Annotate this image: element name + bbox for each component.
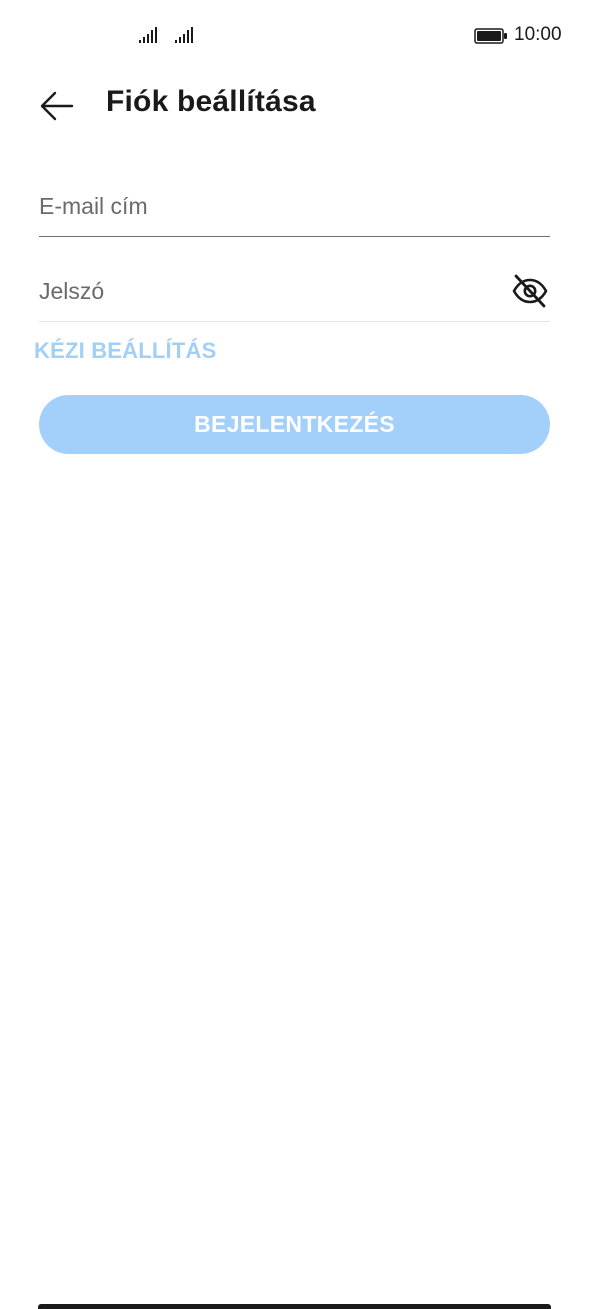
manual-setup-link[interactable]: KÉZI BEÁLLÍTÁS: [34, 338, 216, 364]
password-visibility-toggle[interactable]: [510, 273, 550, 309]
back-button[interactable]: [34, 84, 80, 128]
eye-off-icon: [512, 274, 548, 308]
page-title: Fiók beállítása: [106, 85, 316, 118]
signal-icon: [139, 27, 157, 43]
password-field-container: [39, 261, 550, 322]
password-field[interactable]: [39, 261, 499, 321]
app-bar: Fiók beállítása: [0, 72, 589, 138]
signal-icon: [175, 27, 193, 43]
battery-icon: [474, 28, 507, 44]
email-field-container: [39, 176, 550, 237]
status-bar: 10:00: [0, 0, 589, 72]
email-field[interactable]: [39, 176, 499, 236]
arrow-left-icon: [40, 91, 74, 121]
status-time: 10:00: [514, 24, 562, 45]
home-indicator: [38, 1304, 551, 1309]
login-button[interactable]: BEJELENTKEZÉS: [39, 395, 550, 454]
